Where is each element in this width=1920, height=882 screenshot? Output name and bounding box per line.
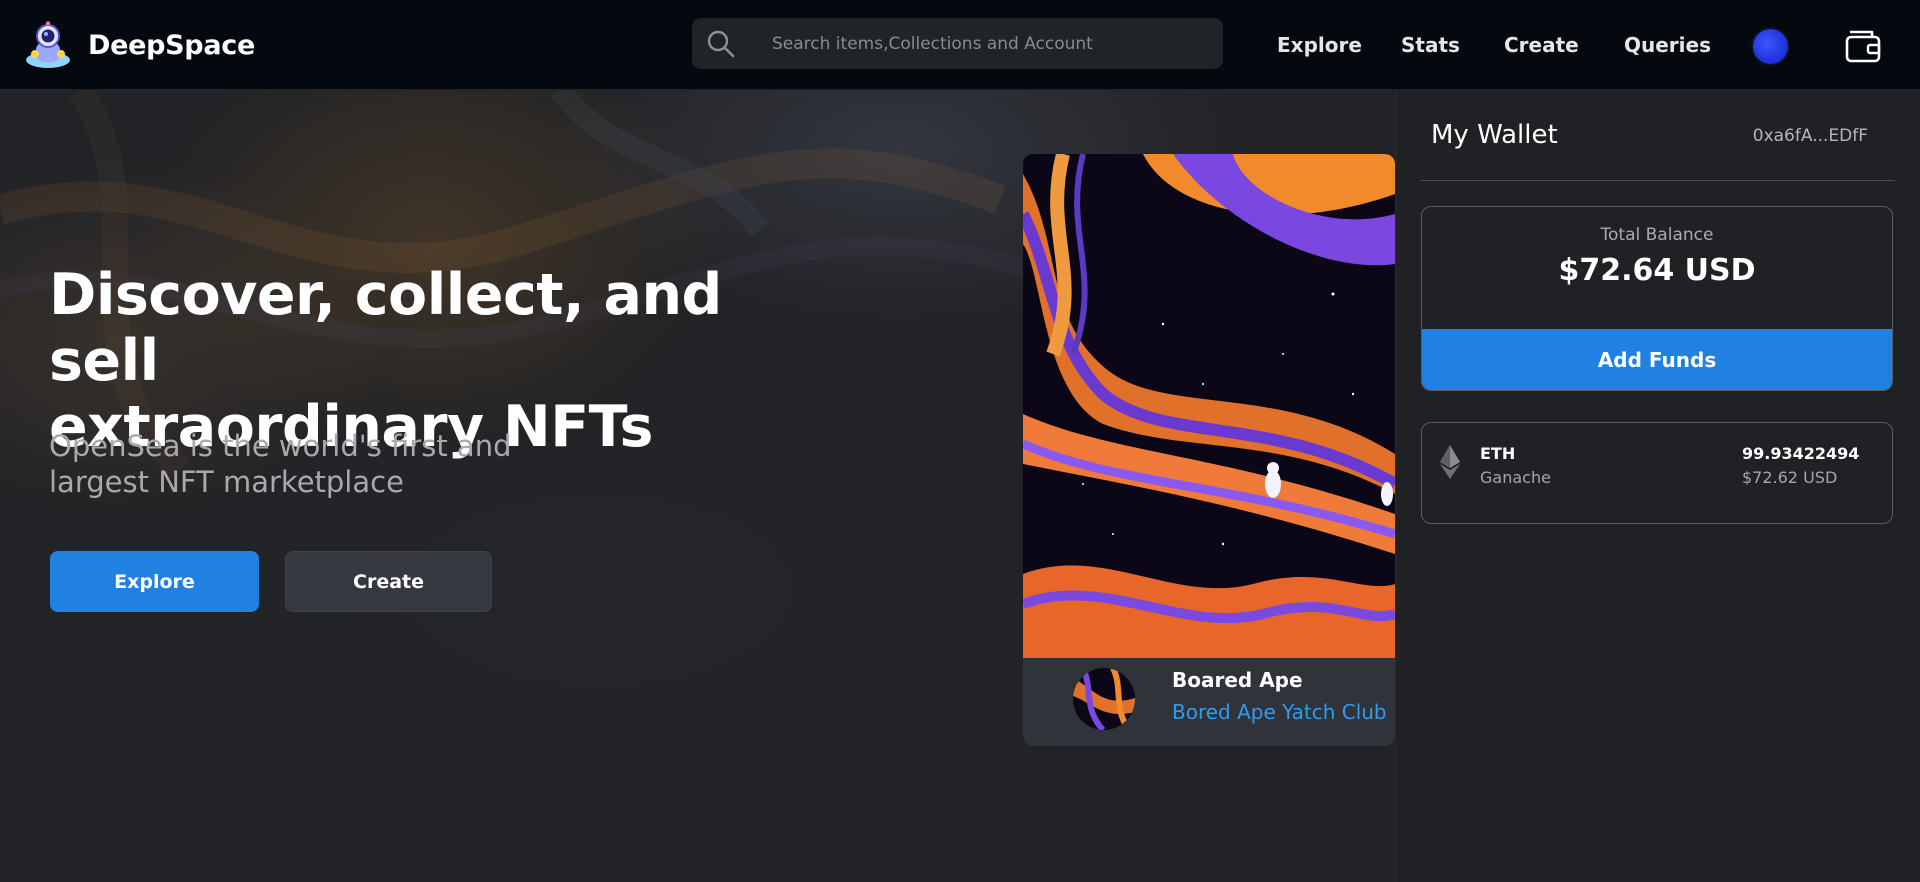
hero-headline-line1: Discover, collect, and sell bbox=[49, 262, 722, 394]
featured-nft-card[interactable]: Boared Ape Bored Ape Yatch Club bbox=[1023, 154, 1395, 746]
token-amount: 99.93422494 bbox=[1742, 444, 1860, 463]
total-balance-label: Total Balance bbox=[1600, 225, 1714, 245]
brand-name[interactable]: DeepSpace bbox=[88, 30, 255, 61]
token-network: Ganache bbox=[1480, 468, 1551, 487]
nav-explore[interactable]: Explore bbox=[1277, 33, 1362, 57]
wallet-panel: My Wallet 0xa6fA...EDfF Total Balance $7… bbox=[1395, 90, 1920, 882]
astronaut-logo-icon[interactable] bbox=[22, 20, 74, 72]
nav-queries[interactable]: Queries bbox=[1624, 33, 1711, 57]
eth-icon bbox=[1440, 445, 1460, 479]
token-usd-value: $72.62 USD bbox=[1742, 468, 1838, 487]
wallet-address[interactable]: 0xa6fA...EDfF bbox=[1753, 126, 1868, 146]
nav-stats[interactable]: Stats bbox=[1401, 33, 1460, 57]
token-symbol: ETH bbox=[1480, 444, 1516, 463]
nft-collection-link[interactable]: Bored Ape Yatch Club bbox=[1172, 700, 1387, 724]
wallet-divider bbox=[1421, 180, 1895, 181]
wallet-icon[interactable] bbox=[1844, 28, 1882, 64]
hero-subtitle: OpenSea is the world's first and largest… bbox=[49, 428, 519, 500]
nft-collection-thumbnail[interactable] bbox=[1073, 668, 1135, 730]
total-balance-card: Total Balance $72.64 USD Add Funds bbox=[1421, 206, 1893, 391]
top-navbar: DeepSpace Explore Stats Create Queries bbox=[0, 0, 1920, 90]
search-input[interactable] bbox=[770, 28, 1204, 60]
total-balance-value: $72.64 USD bbox=[1558, 253, 1756, 288]
search-icon bbox=[707, 30, 735, 58]
add-funds-button[interactable]: Add Funds bbox=[1422, 329, 1892, 390]
create-button[interactable]: Create bbox=[285, 551, 492, 612]
nft-artwork-image[interactable] bbox=[1023, 154, 1395, 658]
nft-name: Boared Ape bbox=[1172, 668, 1303, 692]
wallet-title: My Wallet bbox=[1431, 120, 1558, 150]
hero-subtitle-line2: largest NFT marketplace bbox=[49, 465, 404, 499]
nav-create[interactable]: Create bbox=[1504, 33, 1579, 57]
search-bar[interactable] bbox=[692, 18, 1223, 69]
explore-button[interactable]: Explore bbox=[50, 551, 259, 612]
avatar-icon[interactable] bbox=[1753, 29, 1788, 64]
token-row-eth[interactable]: ETH Ganache 99.93422494 $72.62 USD bbox=[1421, 422, 1893, 524]
hero-subtitle-line1: OpenSea is the world's first and bbox=[49, 429, 512, 463]
